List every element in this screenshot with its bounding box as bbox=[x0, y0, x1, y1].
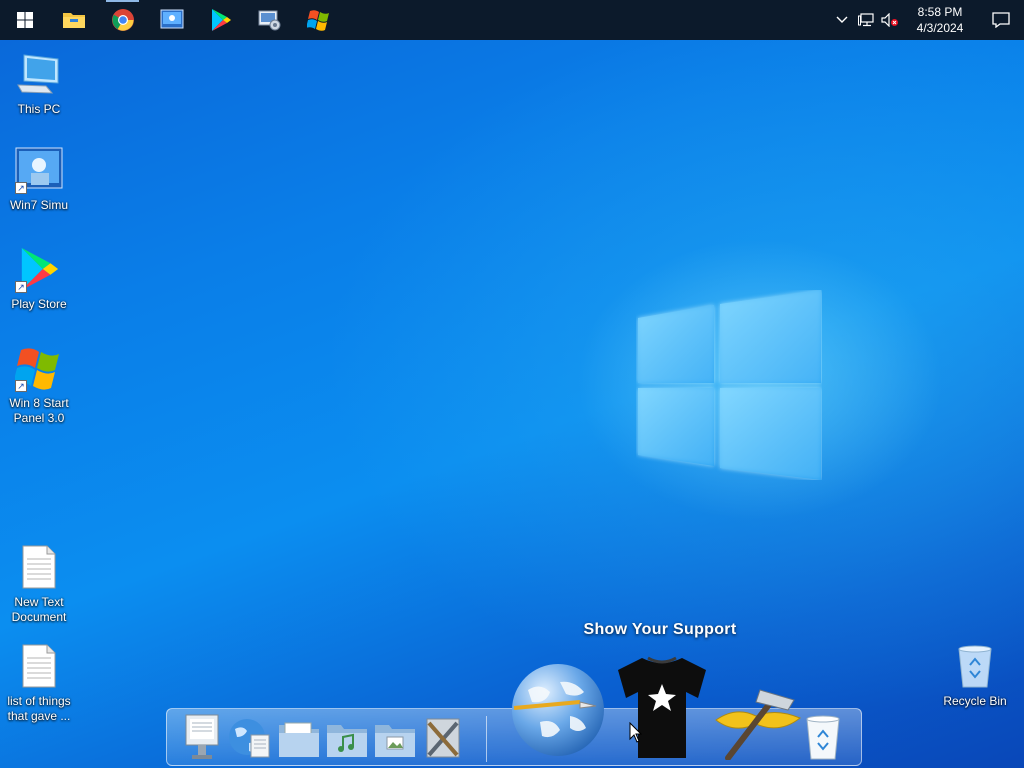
system-tools-icon bbox=[426, 718, 460, 758]
desktop-icon-win7-simu[interactable]: ↗ Win7 Simu bbox=[1, 146, 77, 213]
desktop-icon-label: This PC bbox=[17, 102, 61, 116]
taskbar-win7-simu[interactable] bbox=[147, 0, 196, 40]
dock-item-web[interactable] bbox=[226, 714, 274, 762]
taskbar-play-store[interactable] bbox=[196, 0, 245, 40]
desktop-icon-label: Play Store bbox=[11, 297, 67, 311]
folder-icon bbox=[62, 13, 85, 28]
shortcut-arrow-icon: ↗ bbox=[15, 182, 27, 194]
notification-icon bbox=[992, 12, 1010, 28]
volume-muted-icon bbox=[881, 13, 898, 27]
desktop-icon-win8-start-panel[interactable]: ↗ Win 8 Start Panel 3.0 bbox=[1, 344, 77, 426]
desktop-icon-this-pc[interactable]: This PC bbox=[1, 50, 77, 117]
system-tray: 8:58 PM 4/3/2024 bbox=[830, 0, 1024, 40]
music-folder-icon bbox=[327, 725, 367, 757]
network-icon bbox=[858, 13, 874, 27]
taskbar: 8:58 PM 4/3/2024 bbox=[0, 0, 1024, 40]
dock-item-show-your-support[interactable] bbox=[612, 654, 712, 762]
desktop-icon-list-of-things[interactable]: list of things that gave ... bbox=[1, 642, 77, 724]
windows-logo bbox=[638, 290, 821, 480]
clock-date: 4/3/2024 bbox=[916, 21, 964, 35]
recycle-bin-icon bbox=[958, 645, 992, 688]
dock-item-music[interactable] bbox=[324, 716, 370, 762]
network-button[interactable] bbox=[854, 0, 878, 40]
documents-folder-icon bbox=[279, 722, 319, 757]
computer-icon bbox=[17, 54, 59, 94]
dock-caption: Show Your Support bbox=[583, 621, 737, 638]
desktop-icon-label: Recycle Bin bbox=[943, 694, 1007, 708]
volume-button[interactable] bbox=[878, 0, 902, 40]
dock-item-finder[interactable] bbox=[180, 712, 224, 762]
taskbar-file-explorer[interactable] bbox=[49, 0, 98, 40]
dock-item-trash[interactable] bbox=[800, 710, 846, 762]
shortcut-arrow-icon: ↗ bbox=[15, 281, 27, 293]
desktop-icon-recycle-bin[interactable]: Recycle Bin bbox=[937, 642, 1013, 709]
hammer-icon bbox=[715, 689, 801, 760]
desktop-icon-new-text-document[interactable]: New Text Document bbox=[1, 543, 77, 625]
tshirt-icon bbox=[618, 656, 706, 758]
clock-time: 8:58 PM bbox=[917, 5, 963, 19]
finder-monitor-icon bbox=[185, 714, 219, 759]
text-document-icon bbox=[22, 644, 56, 688]
dock-item-network[interactable] bbox=[510, 662, 606, 758]
pictures-folder-icon bbox=[375, 725, 415, 757]
play-store-icon bbox=[211, 9, 231, 31]
action-center-button[interactable] bbox=[978, 0, 1024, 40]
trash-icon bbox=[806, 715, 840, 760]
taskbar-settings-media[interactable] bbox=[245, 0, 294, 40]
dock-item-documents[interactable] bbox=[276, 716, 322, 762]
clock[interactable]: 8:58 PM 4/3/2024 bbox=[902, 4, 978, 36]
show-hidden-icons-button[interactable] bbox=[830, 0, 854, 40]
desktop-icon-label: Win 8 Start Panel 3.0 bbox=[9, 396, 69, 425]
win7-simu-icon bbox=[160, 9, 183, 29]
web-globe-icon bbox=[229, 719, 270, 758]
windows-start-icon bbox=[16, 12, 33, 28]
dock-separator bbox=[486, 716, 487, 762]
desktop-icon-play-store[interactable]: ↗ Play Store bbox=[1, 245, 77, 312]
start-button[interactable] bbox=[0, 0, 49, 40]
desktop-icon-label: New Text Document bbox=[11, 595, 67, 624]
taskbar-win8-start-panel[interactable] bbox=[294, 0, 343, 40]
chevron-up-icon bbox=[836, 16, 848, 23]
settings-media-icon bbox=[258, 10, 280, 31]
taskbar-chrome[interactable] bbox=[98, 0, 147, 40]
dock-item-pictures[interactable] bbox=[372, 716, 418, 762]
text-document-icon bbox=[22, 545, 56, 589]
dock-item-hammer[interactable] bbox=[712, 680, 804, 760]
shortcut-arrow-icon: ↗ bbox=[15, 380, 27, 392]
network-globe-icon bbox=[512, 664, 604, 756]
windows-flag-icon bbox=[306, 10, 329, 31]
chrome-icon bbox=[111, 9, 134, 31]
desktop-icon-label: Win7 Simu bbox=[9, 198, 68, 212]
dock-item-system-tools[interactable] bbox=[420, 714, 466, 762]
desktop-icon-label: list of things that gave ... bbox=[7, 694, 71, 723]
mouse-cursor-icon bbox=[629, 722, 643, 743]
